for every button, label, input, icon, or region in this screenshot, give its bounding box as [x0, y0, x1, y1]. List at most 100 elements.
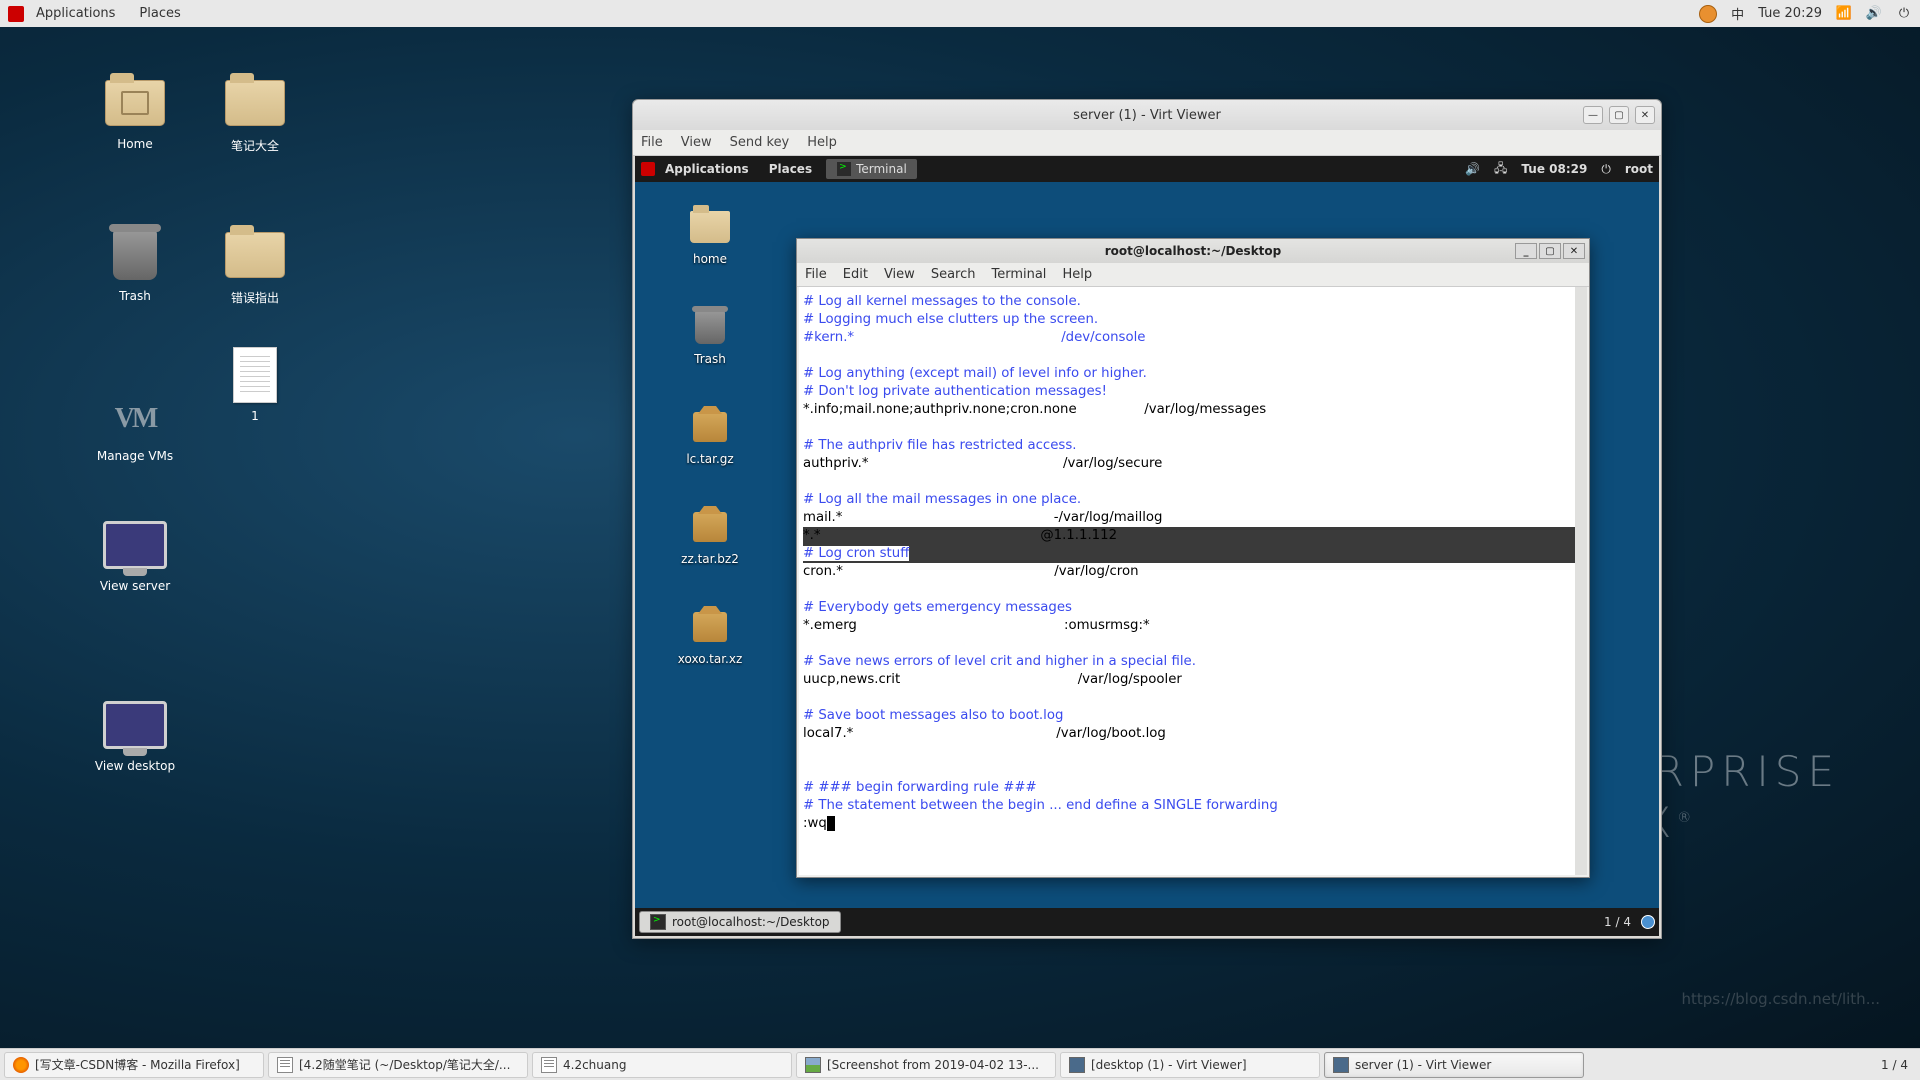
guest-desktop[interactable]: Applications Places Terminal 🔊 🖧 Tue 08:… — [635, 156, 1659, 936]
volume-icon[interactable]: 🔊 — [1465, 162, 1480, 176]
workspace-switcher-icon[interactable] — [1641, 915, 1655, 929]
desktop-icon-view-server[interactable]: View server — [80, 517, 190, 593]
folder-icon — [225, 232, 285, 278]
minimize-button[interactable]: — — [1583, 106, 1603, 124]
icon-label: zz.tar.bz2 — [665, 552, 755, 566]
guest-task-terminal[interactable]: root@localhost:~/Desktop — [639, 911, 841, 933]
terminal-icon — [650, 914, 666, 930]
gterm-menu-search[interactable]: Search — [931, 267, 976, 282]
virt-menu-view[interactable]: View — [681, 135, 712, 150]
gterm-menu-file[interactable]: File — [805, 267, 827, 282]
guest-bottom-panel: root@localhost:~/Desktop 1 / 4 — [635, 908, 1659, 936]
host-topbar: Applications Places 中 Tue 20:29 📶 🔊 ⏻ — [0, 0, 1920, 27]
icon-label: Home — [80, 137, 190, 151]
guest-terminal-title: root@localhost:~/Desktop — [1105, 244, 1282, 258]
desktop-icon-manage-vms[interactable]: VM Manage VMs — [80, 387, 190, 463]
icon-label: 错误指出 — [200, 289, 310, 306]
task-4-2chuang[interactable]: 4.2chuang — [532, 1052, 792, 1078]
desktop-icon-err[interactable]: 错误指出 — [200, 227, 310, 306]
guest-icon-lc[interactable]: lc.tar.gz — [665, 406, 755, 466]
document-icon — [233, 347, 277, 403]
task-firefox[interactable]: [写文章-CSDN博客 - Mozilla Firefox] — [4, 1052, 264, 1078]
guest-clock[interactable]: Tue 08:29 — [1521, 162, 1587, 176]
virt-titlebar[interactable]: server (1) - Virt Viewer — ▢ ✕ — [633, 100, 1661, 130]
guest-applications-menu[interactable]: Applications — [655, 162, 759, 176]
firefox-icon — [13, 1057, 29, 1073]
trash-icon — [695, 310, 725, 344]
gterm-menu-view[interactable]: View — [884, 267, 915, 282]
guest-places-menu[interactable]: Places — [759, 162, 822, 176]
redhat-logo-icon — [8, 6, 24, 22]
host-clock[interactable]: Tue 20:29 — [1758, 6, 1822, 21]
notification-icon[interactable] — [1699, 5, 1717, 23]
icon-label: Trash — [80, 289, 190, 303]
vim-command: :wq — [803, 816, 827, 831]
task-virt-server[interactable]: server (1) - Virt Viewer — [1324, 1052, 1584, 1078]
guest-icon-trash[interactable]: Trash — [665, 306, 755, 366]
maximize-button[interactable]: ▢ — [1609, 106, 1629, 124]
icon-label: home — [665, 252, 755, 266]
guest-icon-xoxo[interactable]: xoxo.tar.xz — [665, 606, 755, 666]
icon-label: Manage VMs — [80, 449, 190, 463]
scrollbar[interactable] — [1575, 287, 1587, 875]
virt-viewer-icon — [1069, 1057, 1085, 1073]
desktop-icon-doc1[interactable]: 1 — [200, 347, 310, 423]
gedit-icon — [277, 1057, 293, 1073]
host-places-menu[interactable]: Places — [127, 6, 192, 21]
gterm-menu-terminal[interactable]: Terminal — [991, 267, 1046, 282]
host-taskbar: [写文章-CSDN博客 - Mozilla Firefox] [4.2随堂笔记 … — [0, 1048, 1920, 1080]
vm-icon: VM — [105, 403, 165, 427]
icon-label: xoxo.tar.xz — [665, 652, 755, 666]
task-gedit-notes[interactable]: [4.2随堂笔记 (~/Desktop/笔记大全/... — [268, 1052, 528, 1078]
folder-icon — [225, 80, 285, 126]
volume-icon[interactable]: 🔊 — [1866, 6, 1882, 22]
monitor-icon — [103, 521, 167, 569]
gterm-menu-edit[interactable]: Edit — [843, 267, 868, 282]
cursor-icon — [827, 816, 835, 831]
guest-workspace-indicator[interactable]: 1 / 4 — [1604, 915, 1631, 929]
url-watermark: https://blog.csdn.net/lith... — [1682, 990, 1880, 1008]
terminal-icon — [836, 161, 852, 177]
network-icon[interactable]: 🖧 — [1494, 159, 1507, 180]
power-icon[interactable]: ⏻ — [1896, 6, 1912, 22]
guest-icon-zz[interactable]: zz.tar.bz2 — [665, 506, 755, 566]
host-applications-menu[interactable]: Applications — [24, 6, 127, 21]
close-button[interactable]: ✕ — [1635, 106, 1655, 124]
guest-terminal-menubar: File Edit View Search Terminal Help — [797, 263, 1589, 287]
icon-label: View desktop — [80, 759, 190, 773]
power-icon[interactable]: ⏻ — [1601, 162, 1611, 177]
guest-topbar: Applications Places Terminal 🔊 🖧 Tue 08:… — [635, 156, 1659, 182]
close-button[interactable]: ✕ — [1563, 243, 1585, 259]
terminal-content[interactable]: # Log all kernel messages to the console… — [799, 287, 1575, 875]
guest-terminal-titlebar[interactable]: root@localhost:~/Desktop _ ▢ ✕ — [797, 239, 1589, 263]
minimize-button[interactable]: _ — [1515, 243, 1537, 259]
archive-icon — [693, 612, 727, 642]
desktop-icon-home[interactable]: Home — [80, 75, 190, 151]
icon-label: 笔记大全 — [200, 137, 310, 154]
network-icon[interactable]: 📶 — [1836, 6, 1852, 22]
ime-indicator[interactable]: 中 — [1731, 4, 1744, 23]
desktop-icon-trash[interactable]: Trash — [80, 227, 190, 303]
host-desktop[interactable]: AT® ENTERPRISE LINUX® Home 笔记大全 Trash 错误… — [0, 27, 1920, 1048]
virt-viewer-window: server (1) - Virt Viewer — ▢ ✕ File View… — [632, 99, 1662, 939]
gterm-menu-help[interactable]: Help — [1062, 267, 1092, 282]
host-workspace-indicator[interactable]: 1 / 4 — [1881, 1058, 1908, 1072]
folder-icon — [690, 211, 730, 243]
archive-icon — [693, 412, 727, 442]
virt-menu-file[interactable]: File — [641, 135, 663, 150]
trash-icon — [113, 230, 157, 280]
icon-label: Trash — [665, 352, 755, 366]
guest-user[interactable]: root — [1625, 162, 1653, 176]
task-virt-desktop[interactable]: [desktop (1) - Virt Viewer] — [1060, 1052, 1320, 1078]
folder-icon — [105, 80, 165, 126]
archive-icon — [693, 512, 727, 542]
icon-label: 1 — [200, 409, 310, 423]
guest-icon-home[interactable]: home — [665, 206, 755, 266]
maximize-button[interactable]: ▢ — [1539, 243, 1561, 259]
task-screenshot[interactable]: [Screenshot from 2019-04-02 13-... — [796, 1052, 1056, 1078]
desktop-icon-view-desktop[interactable]: View desktop — [80, 697, 190, 773]
virt-menu-sendkey[interactable]: Send key — [730, 135, 790, 150]
virt-menu-help[interactable]: Help — [807, 135, 837, 150]
guest-terminal-tab[interactable]: Terminal — [826, 159, 917, 179]
desktop-icon-notes[interactable]: 笔记大全 — [200, 75, 310, 154]
